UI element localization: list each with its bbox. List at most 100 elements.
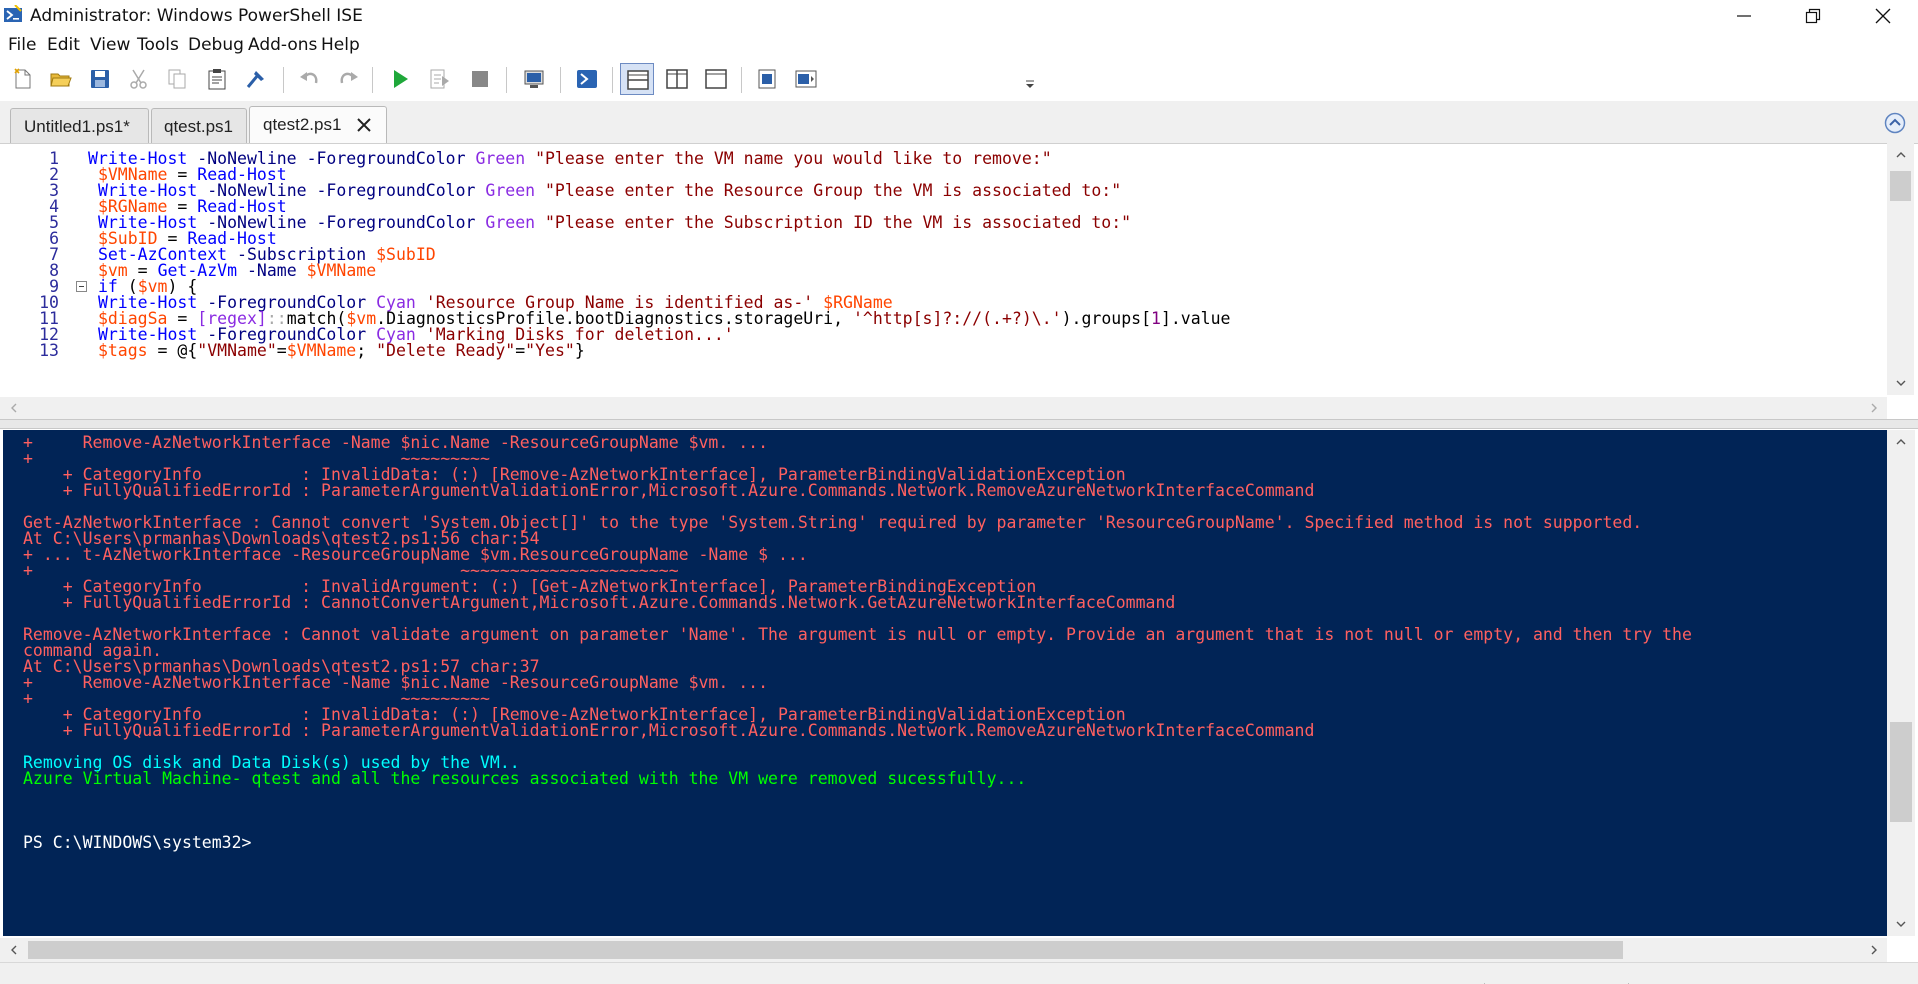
undo-icon	[300, 72, 318, 84]
minimize-button[interactable]	[1709, 0, 1779, 32]
menu-bar: File Edit View Tools Debug Add-ons Help	[0, 33, 1918, 59]
console-vertical-scrollbar[interactable]	[1887, 430, 1915, 936]
menu-help[interactable]: Help	[321, 35, 360, 55]
redo-icon	[340, 72, 358, 84]
console-scroll-thumb[interactable]	[1890, 722, 1912, 822]
run-selection-icon	[430, 69, 449, 89]
menu-debug[interactable]: Debug	[188, 35, 244, 55]
code-token: "VMName"	[197, 341, 277, 360]
clear-console-icon	[246, 71, 264, 88]
toolbar-separator	[741, 67, 742, 93]
show-script-pane-icon	[758, 69, 776, 89]
scroll-down-icon[interactable]	[1895, 377, 1907, 389]
paste-icon	[208, 69, 226, 90]
script-pane-right-button[interactable]	[660, 63, 694, 95]
copy-button[interactable]	[160, 63, 194, 95]
tab-label: Untitled1.ps1*	[24, 117, 130, 136]
start-powershell-icon	[577, 70, 597, 88]
save-icon	[91, 70, 109, 88]
tab-label: qtest.ps1	[164, 117, 233, 136]
paste-button[interactable]	[200, 63, 234, 95]
toolbar-separator	[506, 67, 507, 93]
console-pane[interactable]: + Remove-AzNetworkInterface -Name $nic.N…	[3, 430, 1887, 936]
script-editor[interactable]: 1 Write-Host -NoNewline -ForegroundColor …	[0, 143, 1918, 395]
title-bar: Administrator: Windows PowerShell ISE	[0, 0, 1918, 32]
save-button[interactable]	[83, 63, 117, 95]
code-token: = @{	[147, 341, 198, 360]
script-tab-strip: Untitled1.ps1* qtest.ps1 qtest2.ps1	[0, 101, 1918, 144]
new-button[interactable]	[6, 63, 40, 95]
script-pane-top-icon	[627, 70, 649, 90]
toolbar-overflow-icon	[1026, 80, 1034, 88]
console-hscroll-thumb[interactable]	[28, 941, 1623, 959]
toolbar	[0, 60, 1918, 100]
script-pane-maximized-icon	[705, 69, 727, 89]
script-pane-right-icon	[666, 69, 688, 89]
maximize-icon	[1805, 8, 1821, 24]
toolbar-separator	[372, 67, 373, 93]
pane-splitter[interactable]	[0, 419, 1918, 429]
redo-button[interactable]	[332, 63, 366, 95]
maximize-button[interactable]	[1778, 0, 1848, 32]
powershell-ise-icon	[4, 5, 22, 22]
toolbar-separator	[560, 67, 561, 93]
close-button[interactable]	[1848, 0, 1918, 32]
toolbar-separator	[283, 67, 284, 93]
tab-label: qtest2.ps1	[263, 115, 342, 134]
tab-untitled1[interactable]: Untitled1.ps1*	[10, 108, 149, 143]
code-text: $tags = @{"VMName"=$VMName; "Delete Read…	[88, 341, 585, 361]
console-line: Remove-AzNetworkInterface : Cannot valid…	[23, 625, 1692, 644]
scroll-up-icon[interactable]	[1895, 149, 1907, 161]
editor-vertical-scrollbar[interactable]	[1887, 143, 1914, 395]
menu-file[interactable]: File	[8, 35, 36, 55]
new-remote-tab-button[interactable]	[517, 63, 551, 95]
show-script-pane-button[interactable]	[750, 63, 784, 95]
script-pane-top-button[interactable]	[620, 63, 654, 95]
code-token: "Delete Ready"	[376, 341, 516, 360]
show-commands-button[interactable]	[789, 63, 823, 95]
script-pane-maximized-button[interactable]	[699, 63, 733, 95]
menu-edit[interactable]: Edit	[47, 35, 80, 55]
scroll-left-icon[interactable]	[8, 944, 20, 956]
status-bar	[0, 962, 1918, 984]
run-script-button[interactable]	[383, 63, 417, 95]
scroll-up-icon[interactable]	[1895, 436, 1907, 448]
menu-add-ons[interactable]: Add-ons	[248, 35, 317, 55]
fold-toggle-icon[interactable]	[76, 281, 87, 292]
toolbar-separator	[612, 67, 613, 93]
new-file-icon	[14, 68, 31, 89]
code-token: $tags	[97, 341, 148, 360]
code-token: =	[276, 341, 287, 360]
stop-button[interactable]	[463, 63, 497, 95]
scroll-right-icon[interactable]	[1868, 402, 1880, 414]
scroll-down-icon[interactable]	[1895, 918, 1907, 930]
close-icon	[1875, 8, 1891, 24]
collapse-script-pane-icon[interactable]	[1884, 112, 1906, 134]
scroll-right-icon[interactable]	[1868, 944, 1880, 956]
tab-qtest[interactable]: qtest.ps1	[151, 108, 247, 143]
toolbar-overflow-button[interactable]	[1022, 63, 1038, 95]
start-powershell-button[interactable]	[570, 63, 604, 95]
cut-button[interactable]	[122, 63, 156, 95]
console-line: + FullyQualifiedErrorId : ParameterArgum…	[23, 721, 1315, 740]
console-line: Azure Virtual Machine- qtest and all the…	[23, 769, 1027, 788]
stop-icon	[472, 71, 488, 87]
tab-qtest2[interactable]: qtest2.ps1	[249, 106, 387, 144]
undo-button[interactable]	[292, 63, 326, 95]
code-line: 13 $tags = @{"VMName"=$VMName; "Delete R…	[0, 341, 1880, 361]
scroll-left-icon[interactable]	[8, 402, 20, 414]
menu-view[interactable]: View	[90, 35, 130, 55]
editor-horizontal-scrollbar[interactable]	[0, 397, 1887, 419]
editor-scroll-thumb[interactable]	[1890, 171, 1911, 201]
run-selection-button[interactable]	[423, 63, 457, 95]
console-line: PS C:\WINDOWS\system32>	[23, 833, 252, 852]
close-tab-icon[interactable]	[355, 116, 373, 134]
open-folder-icon	[50, 73, 72, 87]
console-horizontal-scrollbar[interactable]	[0, 938, 1887, 962]
menu-tools[interactable]: Tools	[137, 35, 179, 55]
code-token: ;	[356, 341, 377, 360]
cut-icon	[130, 69, 147, 89]
clear-console-button[interactable]	[239, 63, 273, 95]
open-button[interactable]	[44, 63, 78, 95]
